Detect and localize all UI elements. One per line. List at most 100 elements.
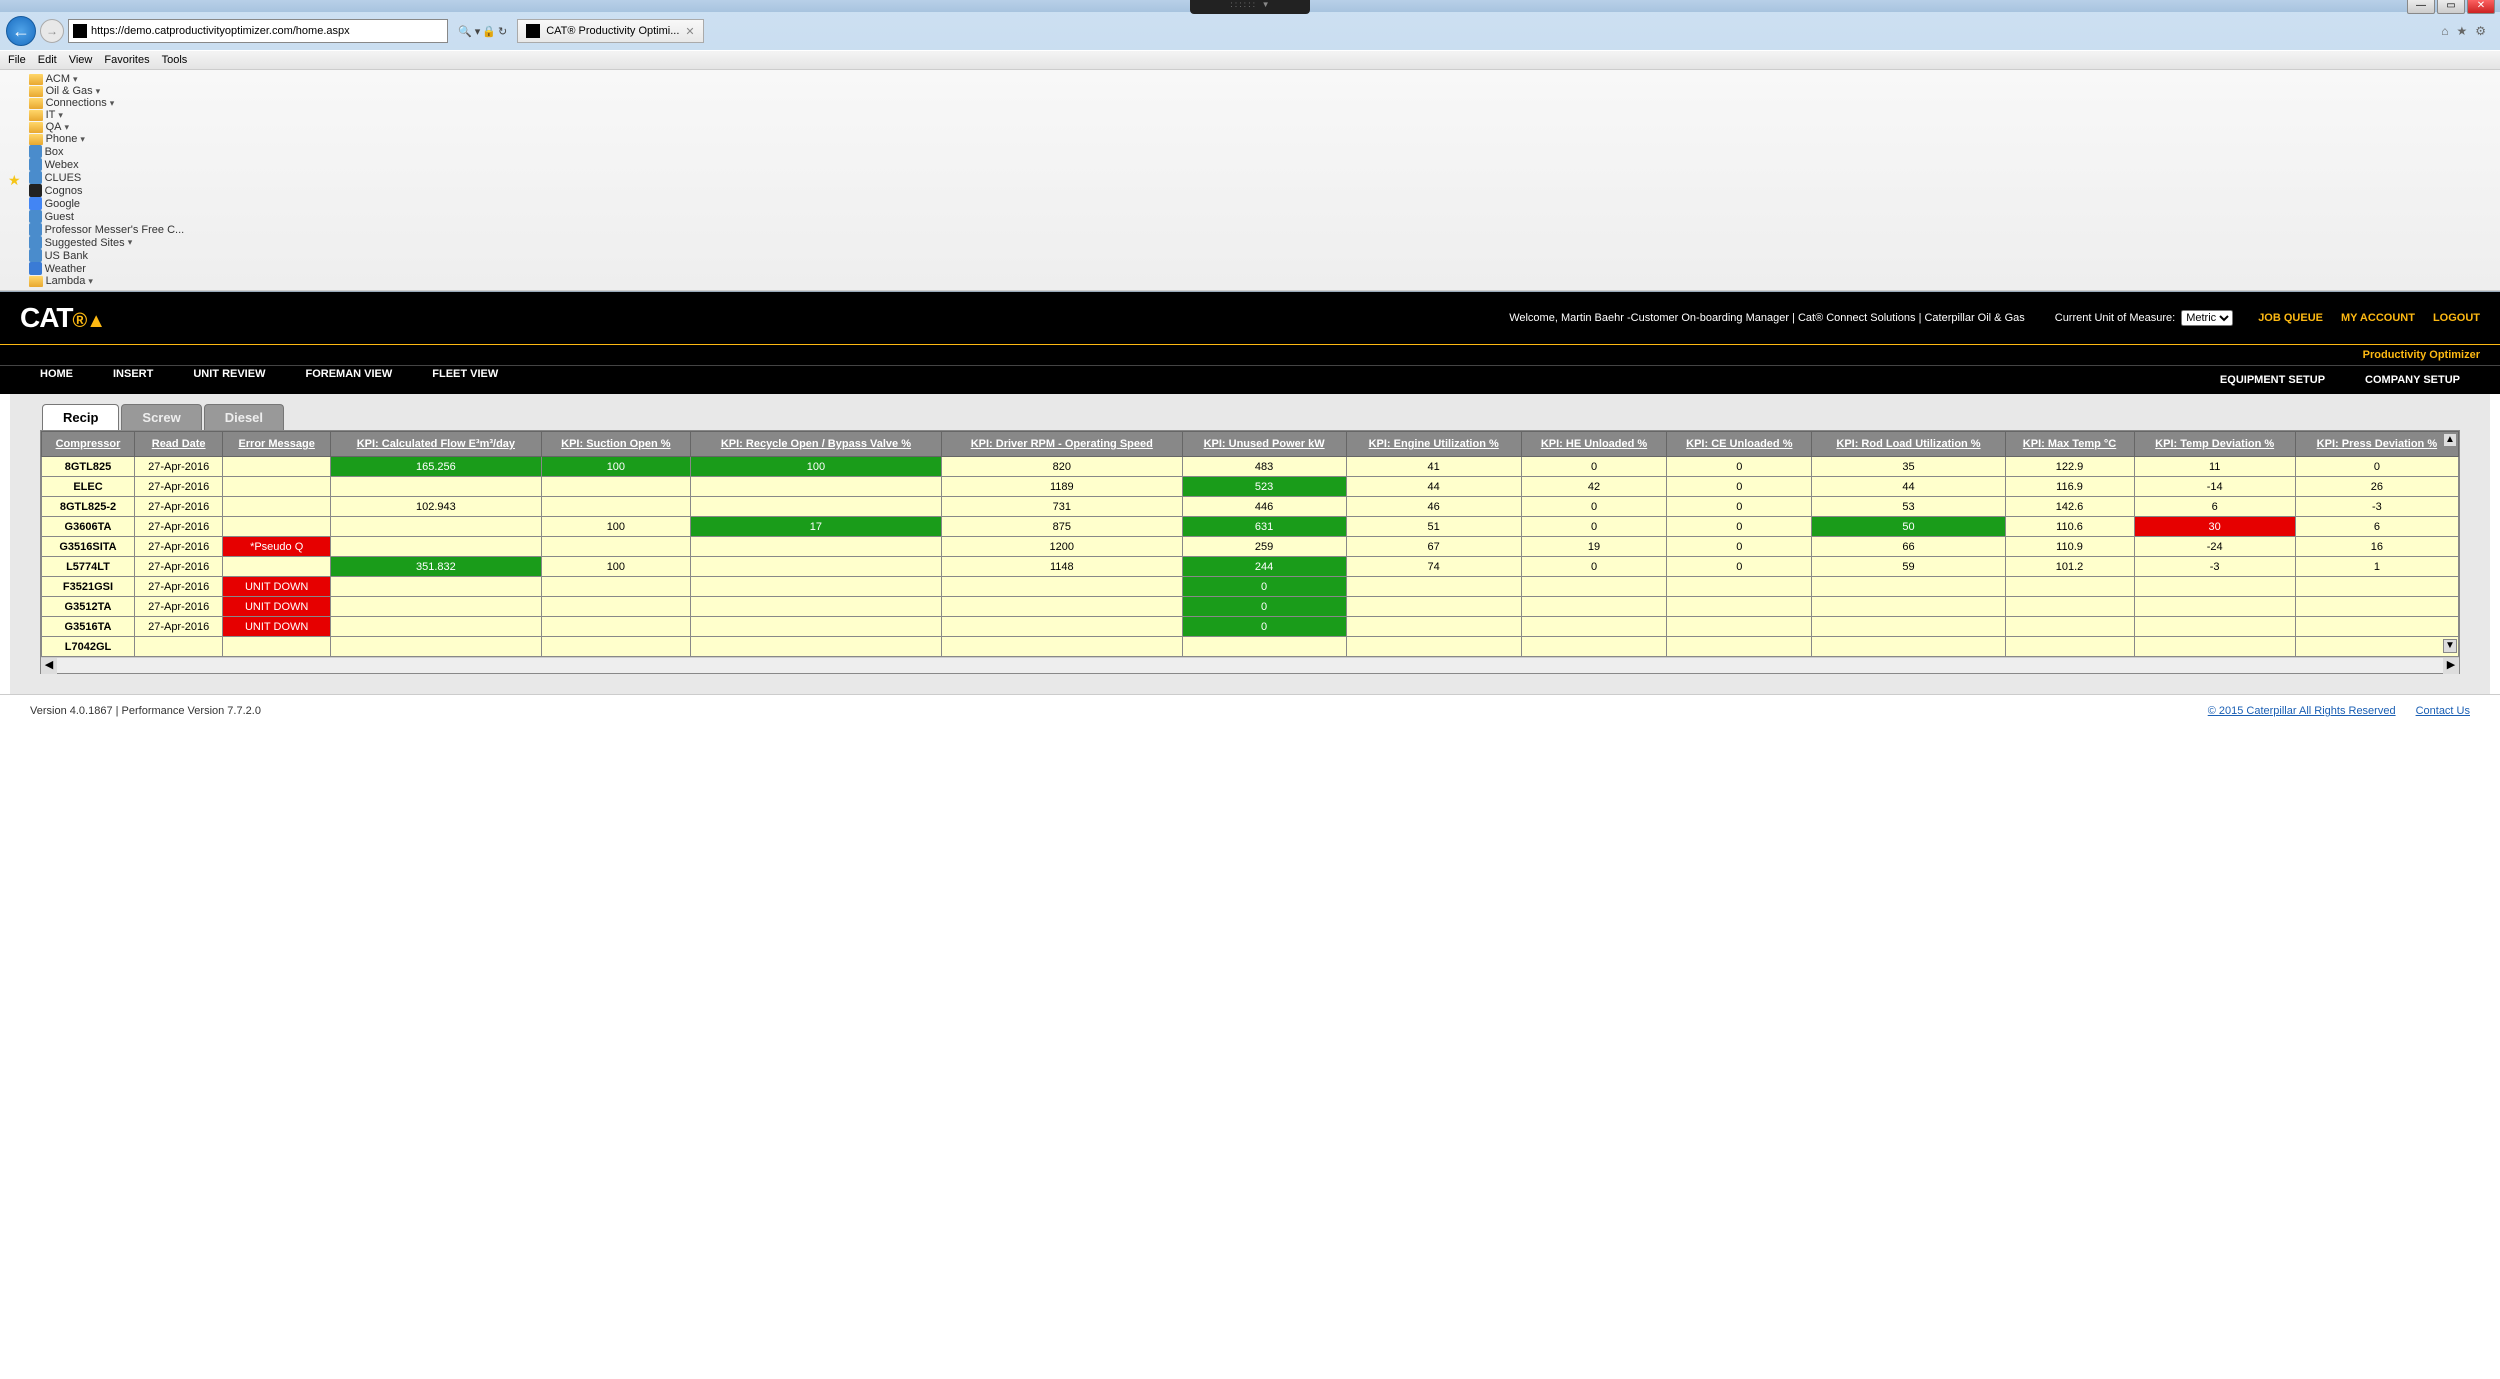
favorite-qa[interactable]: QA▾ [29,121,185,133]
search-icon[interactable]: 🔍 ▾ [458,25,480,38]
cell [223,517,331,537]
cell [2005,597,2134,617]
favorites-star-icon[interactable]: ★ [8,172,21,189]
favorite-professor-messer-s-free-c-[interactable]: Professor Messer's Free C... [29,223,185,236]
favorite-us-bank[interactable]: US Bank [29,249,185,262]
column-header-1[interactable]: Read Date [134,432,222,457]
favorites-icon[interactable]: ★ [2456,24,2467,38]
scroll-down-button[interactable]: ▼ [2443,639,2457,653]
refresh-icon[interactable]: ↻ [498,25,507,38]
column-header-4[interactable]: KPI: Suction Open % [541,432,690,457]
browser-menu-bar: File Edit View Favorites Tools [0,50,2500,70]
cell [2134,577,2295,597]
column-header-8[interactable]: KPI: Engine Utilization % [1346,432,1521,457]
cell [2295,637,2458,657]
window-close-button[interactable]: ✕ [2467,0,2495,14]
cell [330,617,541,637]
cell: 35 [1812,457,2005,477]
tab-diesel[interactable]: Diesel [204,404,284,430]
folder-icon [29,134,43,145]
cell: G3606TA [42,517,135,537]
favorite-lambda[interactable]: Lambda▾ [29,275,185,287]
favorite-cognos[interactable]: Cognos [29,184,185,197]
favorite-guest[interactable]: Guest [29,210,185,223]
favorite-oil-gas[interactable]: Oil & Gas▾ [29,85,185,97]
tab-screw[interactable]: Screw [121,404,201,430]
site-icon [29,236,42,249]
column-header-12[interactable]: KPI: Max Temp °C [2005,432,2134,457]
window-maximize-button[interactable]: ▭ [2437,0,2465,14]
uom-select[interactable]: Metric [2181,310,2233,326]
nav-home[interactable]: HOME [20,360,93,388]
horizontal-scrollbar[interactable]: ◀ ▶ [41,657,2459,673]
cell [541,617,690,637]
tab-close-button[interactable]: ✕ [685,25,694,38]
my-account-link[interactable]: MY ACCOUNT [2341,312,2415,324]
copyright-link[interactable]: © 2015 Caterpillar All Rights Reserved [2208,705,2396,717]
column-header-10[interactable]: KPI: CE Unloaded % [1667,432,1812,457]
favorite-it[interactable]: IT▾ [29,109,185,121]
column-header-14[interactable]: KPI: Press Deviation % [2295,432,2458,457]
browser-forward-button[interactable]: → [40,19,64,43]
column-header-3[interactable]: KPI: Calculated Flow E³m³/day [330,432,541,457]
nav-unit-review[interactable]: UNIT REVIEW [173,360,285,388]
favorite-clues[interactable]: CLUES [29,171,185,184]
favorite-phone[interactable]: Phone▾ [29,133,185,145]
nav-foreman-view[interactable]: FOREMAN VIEW [285,360,412,388]
favorite-acm[interactable]: ACM▾ [29,73,185,85]
cell [223,497,331,517]
column-header-7[interactable]: KPI: Unused Power kW [1182,432,1346,457]
logout-link[interactable]: LOGOUT [2433,312,2480,324]
cell [134,637,222,657]
browser-back-button[interactable]: ← [6,16,36,46]
cell: 116.9 [2005,477,2134,497]
favorite-suggested-sites[interactable]: Suggested Sites▾ [29,236,185,249]
browser-menu-file[interactable]: File [8,54,26,66]
nav-equipment-setup[interactable]: EQUIPMENT SETUP [2200,366,2345,394]
title-bar: : : : : : : ▼ — ▭ ✕ [0,0,2500,12]
home-icon[interactable]: ⌂ [2441,24,2448,38]
nav-insert[interactable]: INSERT [93,360,173,388]
cell: 59 [1812,557,2005,577]
scroll-up-button[interactable]: ▲ [2443,433,2457,447]
column-header-9[interactable]: KPI: HE Unloaded % [1521,432,1666,457]
address-bar[interactable]: https://demo.catproductivityoptimizer.co… [68,19,448,43]
scroll-left-button[interactable]: ◀ [41,658,57,674]
folder-icon [29,86,43,97]
content-area: Recip Screw Diesel ▲ ▼ CompressorRead Da… [10,394,2490,694]
scroll-right-button[interactable]: ▶ [2443,658,2459,674]
column-header-0[interactable]: Compressor [42,432,135,457]
browser-menu-edit[interactable]: Edit [38,54,57,66]
chevron-down-icon: ▾ [73,74,78,85]
column-header-6[interactable]: KPI: Driver RPM - Operating Speed [941,432,1182,457]
column-header-13[interactable]: KPI: Temp Deviation % [2134,432,2295,457]
column-header-2[interactable]: Error Message [223,432,331,457]
column-header-11[interactable]: KPI: Rod Load Utilization % [1812,432,2005,457]
cell [1182,637,1346,657]
favorite-box[interactable]: Box [29,145,185,158]
tools-icon[interactable]: ⚙ [2475,24,2486,38]
browser-menu-favorites[interactable]: Favorites [104,54,149,66]
favorite-weather[interactable]: Weather [29,262,185,275]
browser-tab[interactable]: CAT® Productivity Optimi... ✕ [517,19,703,43]
cell [1346,637,1521,657]
cell [223,637,331,657]
contact-link[interactable]: Contact Us [2416,705,2470,717]
favorite-webex[interactable]: Webex [29,158,185,171]
favorite-google[interactable]: Google [29,197,185,210]
cell: 67 [1346,537,1521,557]
nav-company-setup[interactable]: COMPANY SETUP [2345,366,2480,394]
cell [223,477,331,497]
job-queue-link[interactable]: JOB QUEUE [2258,312,2323,324]
column-header-5[interactable]: KPI: Recycle Open / Bypass Valve % [690,432,941,457]
cell: G3512TA [42,597,135,617]
nav-fleet-view[interactable]: FLEET VIEW [412,360,518,388]
tab-recip[interactable]: Recip [42,404,119,430]
cell: G3516SITA [42,537,135,557]
cell: 101.2 [2005,557,2134,577]
browser-menu-tools[interactable]: Tools [162,54,188,66]
browser-menu-view[interactable]: View [69,54,93,66]
window-minimize-button[interactable]: — [2407,0,2435,14]
cell [690,537,941,557]
favorite-connections[interactable]: Connections▾ [29,97,185,109]
